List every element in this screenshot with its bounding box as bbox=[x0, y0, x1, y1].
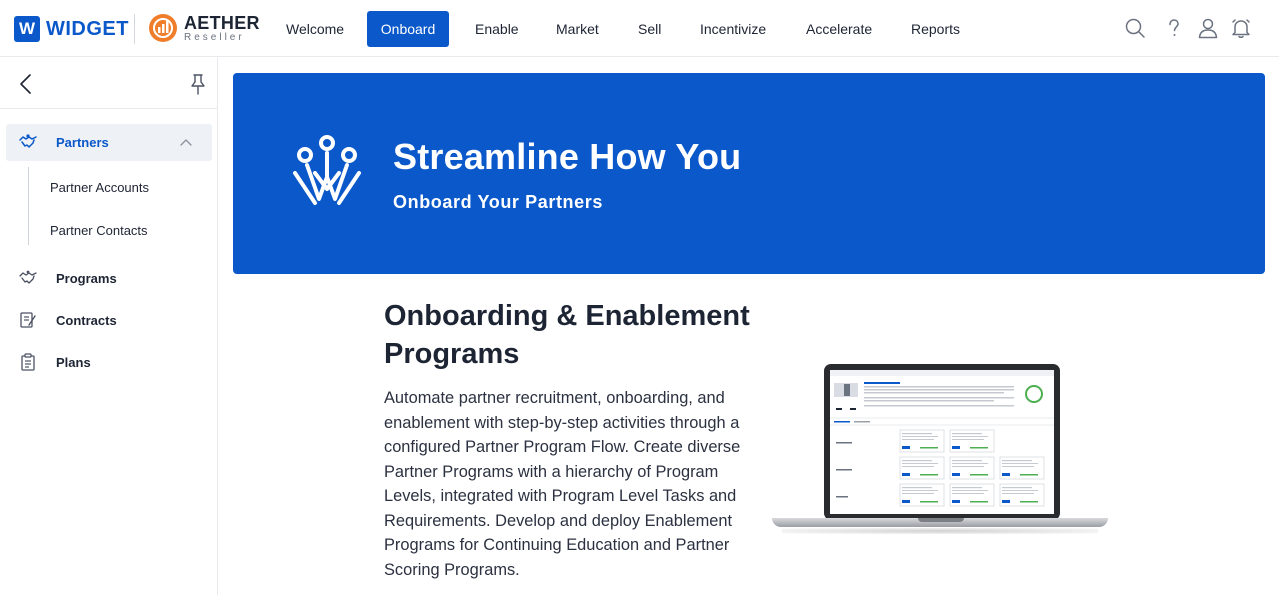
aether-logo-icon bbox=[149, 14, 177, 42]
sidebar-header bbox=[0, 58, 217, 109]
sidebar-item-programs[interactable]: Programs bbox=[6, 260, 212, 297]
reseller-subtitle: Reseller bbox=[184, 31, 245, 43]
nav-sell[interactable]: Sell bbox=[624, 11, 675, 47]
nav-accelerate[interactable]: Accelerate bbox=[792, 11, 886, 47]
laptop-screen bbox=[830, 370, 1054, 514]
search-icon[interactable] bbox=[1121, 14, 1149, 42]
section-description: Automate partner recruitment, onboarding… bbox=[384, 389, 741, 579]
pin-icon[interactable] bbox=[186, 72, 210, 96]
reseller-logo[interactable]: AETHER Reseller bbox=[148, 13, 260, 43]
sidebar-item-label: Programs bbox=[56, 271, 117, 286]
nav-incentivize[interactable]: Incentivize bbox=[686, 11, 780, 47]
nav-market[interactable]: Market bbox=[542, 11, 613, 47]
sidebar: Partners Partner Accounts Partner Contac… bbox=[0, 58, 218, 595]
clipboard-icon bbox=[21, 353, 35, 371]
reseller-name: AETHER bbox=[184, 12, 260, 33]
nav-onboard[interactable]: Onboard bbox=[367, 11, 449, 47]
handshake-icon bbox=[19, 270, 37, 284]
top-navigation-bar: W WIDGET AETHER Reseller Welcome Onboard… bbox=[0, 0, 1279, 57]
sidebar-item-plans[interactable]: Plans bbox=[6, 344, 212, 381]
sidebar-item-partners[interactable]: Partners bbox=[6, 124, 212, 161]
sidebar-item-partner-contacts[interactable]: Partner Contacts bbox=[50, 223, 148, 238]
laptop-shadow bbox=[782, 528, 1098, 534]
laptop-notch bbox=[918, 518, 964, 522]
chevron-up-icon bbox=[180, 139, 192, 146]
nav-reports[interactable]: Reports bbox=[897, 11, 974, 47]
partner-network-icon bbox=[293, 135, 361, 205]
contract-icon bbox=[20, 312, 36, 328]
sidebar-item-partner-accounts[interactable]: Partner Accounts bbox=[50, 180, 149, 195]
section-title: Onboarding & Enablement Programs bbox=[384, 300, 750, 370]
user-icon[interactable] bbox=[1194, 14, 1222, 42]
hero-banner: Streamline How You Onboard Your Partners bbox=[233, 73, 1265, 274]
submenu-guide-line bbox=[28, 167, 29, 245]
hero-subtitle: Onboard Your Partners bbox=[393, 192, 603, 212]
sidebar-item-label: Contracts bbox=[56, 313, 117, 328]
collapse-sidebar-icon[interactable] bbox=[14, 72, 38, 96]
hero-title: Streamline How You bbox=[393, 136, 742, 177]
brand-divider bbox=[134, 14, 135, 44]
nav-enable[interactable]: Enable bbox=[461, 11, 533, 47]
handshake-icon bbox=[19, 134, 37, 148]
app-screenshot-image bbox=[830, 370, 1054, 514]
laptop-illustration bbox=[772, 364, 1108, 539]
sidebar-item-label: Plans bbox=[56, 355, 91, 370]
widget-logo-mark: W bbox=[14, 16, 40, 42]
help-icon[interactable] bbox=[1160, 14, 1188, 42]
widget-logo-text: WIDGET bbox=[46, 17, 129, 40]
nav-welcome[interactable]: Welcome bbox=[272, 11, 358, 47]
sidebar-item-contracts[interactable]: Contracts bbox=[6, 302, 212, 339]
widget-logo[interactable]: W WIDGET bbox=[14, 14, 129, 44]
sidebar-item-label: Partners bbox=[56, 135, 109, 150]
notification-bell-icon[interactable] bbox=[1227, 14, 1255, 42]
